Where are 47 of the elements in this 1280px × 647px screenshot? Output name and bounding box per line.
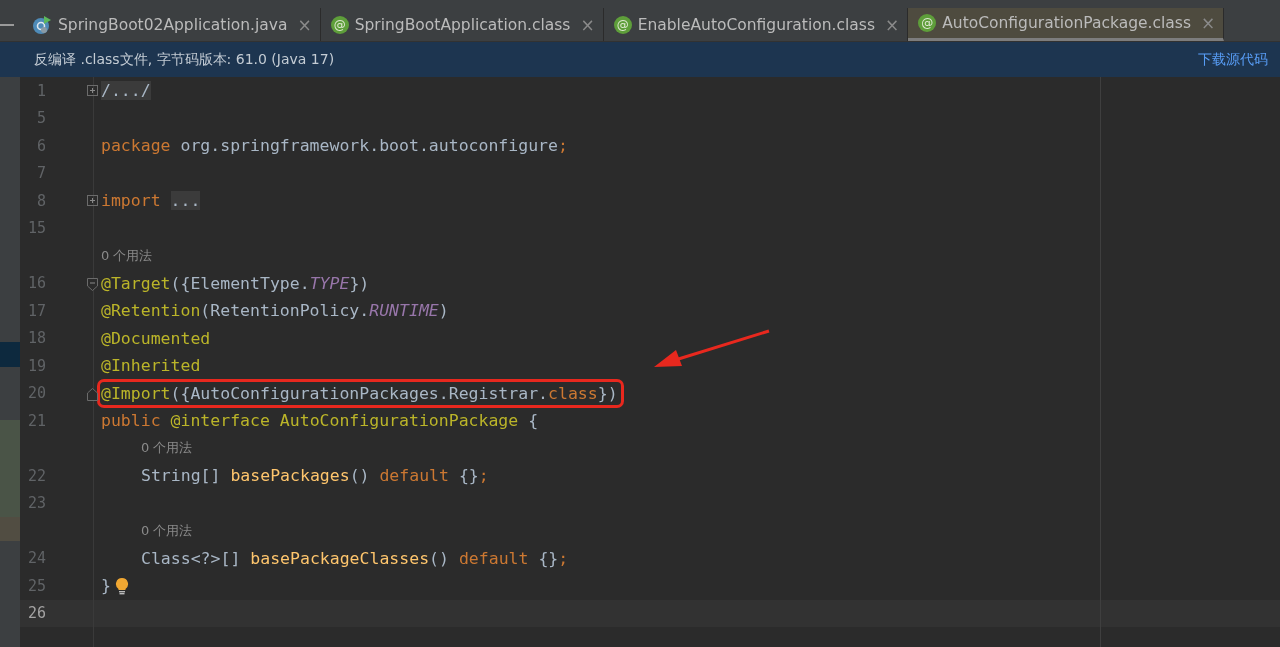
- line-number: 17: [26, 301, 46, 320]
- line-number: 5: [35, 109, 46, 128]
- line-number: 6: [35, 136, 46, 155]
- usage-hint[interactable]: 0 个用法: [141, 521, 193, 540]
- collapse-fold-icon[interactable]: [87, 277, 98, 291]
- code-line: Class<?>[] basePackageClasses() default {};: [141, 547, 570, 569]
- close-icon[interactable]: ×: [884, 14, 900, 35]
- line-number: 25: [26, 576, 46, 595]
- code-line: @Target({ElementType.TYPE}): [101, 272, 371, 294]
- minimize-icon[interactable]: [0, 23, 14, 26]
- editor-tab[interactable]: @ AutoConfigurationPackage.class ×: [908, 8, 1225, 41]
- usage-hint[interactable]: 0 个用法: [101, 246, 153, 265]
- code-line: public @interface AutoConfigurationPackage {: [101, 410, 540, 432]
- close-icon[interactable]: ×: [580, 14, 595, 35]
- code-line: @Documented: [101, 327, 212, 349]
- annotation-icon: @: [330, 15, 349, 34]
- line-number: 23: [26, 494, 46, 513]
- fold-end-icon[interactable]: [87, 387, 98, 401]
- expand-fold-icon[interactable]: [87, 195, 98, 206]
- line-number: 8: [35, 191, 46, 210]
- line-number: 1: [35, 81, 46, 100]
- close-icon[interactable]: ×: [1201, 13, 1216, 33]
- line-number: 20: [26, 384, 46, 403]
- code-line: import ...: [101, 190, 202, 212]
- code-line: @Retention(RetentionPolicy.RUNTIME): [101, 300, 450, 322]
- expand-fold-icon[interactable]: [87, 85, 98, 96]
- line-number: 19: [26, 356, 46, 375]
- line-number: 18: [26, 329, 46, 348]
- line-number: 22: [26, 466, 46, 485]
- usage-hint[interactable]: 0 个用法: [141, 439, 193, 458]
- line-number: 24: [26, 549, 46, 568]
- line-number: 26: [26, 604, 46, 623]
- code-line: package org.springframework.boot.autoconfigure;: [101, 135, 569, 157]
- lightbulb-icon[interactable]: [114, 576, 129, 595]
- annotation-icon: @: [918, 14, 937, 32]
- code-line: }: [101, 575, 112, 597]
- line-number: 16: [26, 274, 46, 293]
- line-number: 7: [35, 164, 46, 183]
- java-class-icon: [32, 14, 52, 35]
- annotation-icon: @: [613, 15, 632, 34]
- code-line: String[] basePackages() default {};: [141, 465, 490, 487]
- banner-text: 反编译 .class文件, 字节码版本: 61.0 (Java 17): [34, 50, 335, 69]
- line-number: 21: [26, 411, 46, 430]
- code-line: @Inherited: [101, 355, 202, 377]
- download-sources-link[interactable]: 下载源代码: [1198, 50, 1268, 69]
- close-icon[interactable]: ×: [297, 14, 312, 35]
- line-number: 15: [26, 219, 46, 238]
